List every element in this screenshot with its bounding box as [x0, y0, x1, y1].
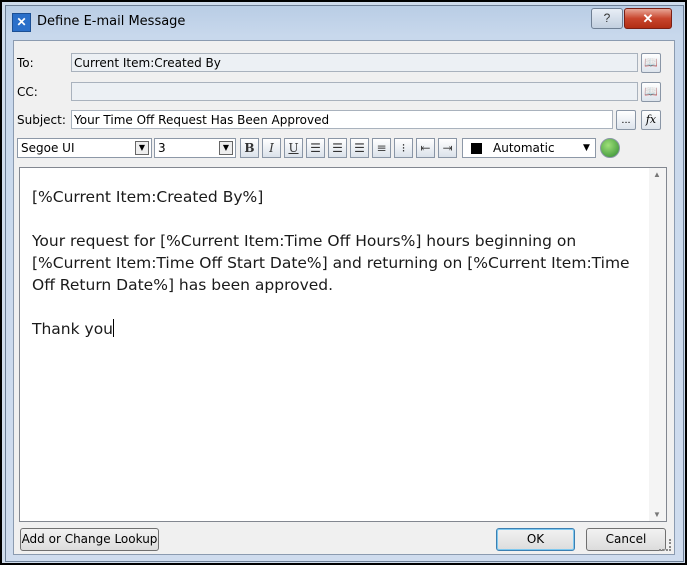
- underline-button[interactable]: U: [284, 138, 303, 158]
- to-field[interactable]: Current Item:Created By: [71, 53, 638, 72]
- address-book-icon: 📖: [644, 57, 658, 69]
- text-caret: [113, 319, 114, 337]
- color-picker-button[interactable]: [600, 138, 620, 158]
- body-line-message: Your request for [%Current Item:Time Off…: [32, 232, 630, 294]
- resize-grip-icon[interactable]: [659, 539, 671, 551]
- scroll-up-icon[interactable]: ▲: [653, 170, 661, 179]
- ok-button[interactable]: OK: [496, 528, 575, 551]
- indent-icon: ⇥: [442, 141, 453, 155]
- add-change-lookup-button[interactable]: Add or Change Lookup: [20, 528, 159, 551]
- close-button[interactable]: ✕: [624, 8, 672, 29]
- formula-button[interactable]: fx: [641, 110, 661, 130]
- scroll-down-icon[interactable]: ▼: [653, 510, 661, 519]
- message-body-editor[interactable]: [%Current Item:Created By%] Your request…: [19, 167, 667, 522]
- to-address-book-button[interactable]: 📖: [641, 53, 661, 73]
- subject-label: Subject:: [17, 113, 66, 127]
- cc-field[interactable]: [71, 82, 638, 101]
- help-button[interactable]: ?: [591, 8, 623, 29]
- window-title: Define E-mail Message: [37, 14, 186, 29]
- dialog-client: To: Current Item:Created By 📖 CC: 📖 Subj…: [13, 40, 675, 555]
- font-name-select[interactable]: Segoe UI ▼: [17, 138, 152, 158]
- align-center-button[interactable]: ☰: [328, 138, 347, 158]
- outdent-icon: ⇤: [420, 141, 431, 155]
- bold-button[interactable]: B: [240, 138, 259, 158]
- italic-button[interactable]: I: [262, 138, 281, 158]
- to-label: To:: [17, 56, 34, 70]
- numbered-list-icon: ≡: [376, 141, 387, 155]
- align-right-icon: ☰: [354, 141, 365, 155]
- bullet-list-button[interactable]: ⁝: [394, 138, 413, 158]
- subject-lookup-button[interactable]: ...: [616, 110, 636, 130]
- cc-label: CC:: [17, 85, 38, 99]
- cancel-button[interactable]: Cancel: [586, 528, 666, 551]
- chevron-down-icon: ▼: [135, 141, 149, 155]
- dialog-window: ✕ Define E-mail Message ? ✕ To: Current …: [5, 5, 684, 562]
- title-bar[interactable]: ✕ Define E-mail Message ? ✕: [6, 6, 683, 36]
- format-toolbar: Segoe UI ▼ 3 ▼ B I U ☰ ☰ ☰ ≡ ⁝ ⇤ ⇥ Autom…: [17, 138, 669, 160]
- app-icon: ✕: [12, 13, 31, 32]
- body-line-recipient: [%Current Item:Created By%]: [32, 188, 264, 206]
- align-left-button[interactable]: ☰: [306, 138, 325, 158]
- bullet-list-icon: ⁝: [401, 141, 406, 155]
- font-size-select[interactable]: 3 ▼: [154, 138, 236, 158]
- align-center-icon: ☰: [332, 141, 343, 155]
- numbered-list-button[interactable]: ≡: [372, 138, 391, 158]
- font-name-value: Segoe UI: [21, 141, 75, 155]
- chevron-down-icon: ▼: [583, 143, 590, 153]
- screenshot-frame: ✕ Define E-mail Message ? ✕ To: Current …: [0, 0, 687, 565]
- align-right-button[interactable]: ☰: [350, 138, 369, 158]
- body-line-closing: Thank you: [32, 320, 113, 338]
- address-book-icon: 📖: [644, 86, 658, 98]
- chevron-down-icon: ▼: [219, 141, 233, 155]
- decrease-indent-button[interactable]: ⇤: [416, 138, 435, 158]
- font-size-value: 3: [158, 141, 166, 155]
- increase-indent-button[interactable]: ⇥: [438, 138, 457, 158]
- color-swatch: [471, 143, 482, 154]
- align-left-icon: ☰: [310, 141, 321, 155]
- cc-address-book-button[interactable]: 📖: [641, 82, 661, 102]
- font-color-value: Automatic: [493, 141, 555, 155]
- font-color-select[interactable]: Automatic ▼: [462, 138, 596, 158]
- subject-field[interactable]: Your Time Off Request Has Been Approved: [71, 110, 613, 129]
- body-line-closing-wrap: Thank you: [32, 318, 632, 340]
- message-body-text: [%Current Item:Created By%] Your request…: [32, 186, 632, 340]
- editor-scrollbar[interactable]: ▲ ▼: [649, 168, 666, 521]
